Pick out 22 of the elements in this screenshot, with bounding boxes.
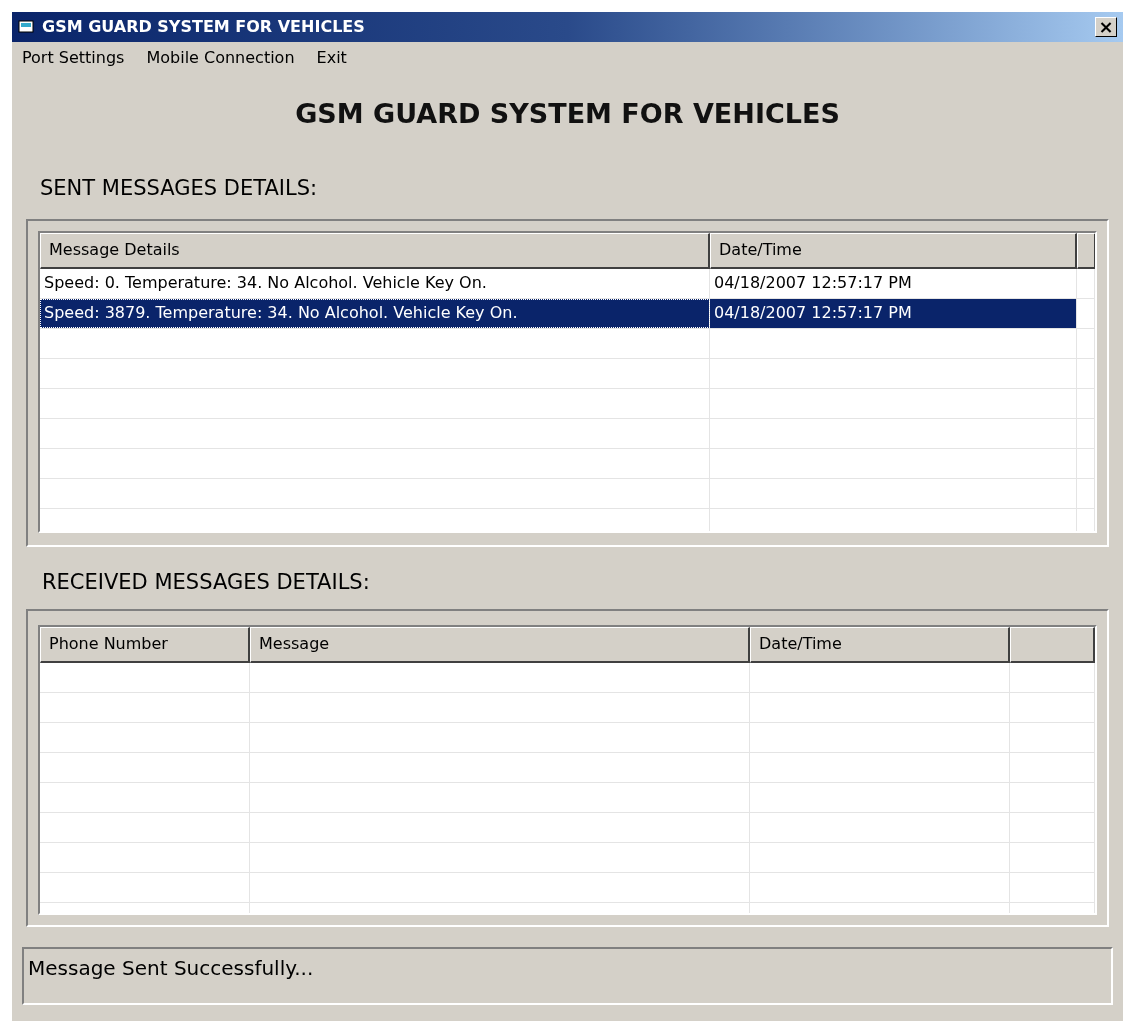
window-title: GSM GUARD SYSTEM FOR VEHICLES	[42, 16, 365, 38]
menu-item[interactable]: Exit	[316, 46, 347, 70]
column-header[interactable]: Message	[250, 626, 750, 663]
table-cell[interactable]: 04/18/2007 12:57:17 PM	[710, 268, 1077, 298]
table-cell[interactable]: 04/18/2007 12:57:17 PM	[710, 298, 1077, 328]
table-cell[interactable]: Speed: 3879. Temperature: 34. No Alcohol. Vehicle Key On.	[40, 298, 710, 328]
table-cell[interactable]: Speed: 0. Temperature: 34. No Alcohol. Vehicle Key On.	[40, 268, 710, 298]
app-heading: GSM GUARD SYSTEM FOR VEHICLES	[295, 97, 840, 131]
close-button[interactable]: ×	[1095, 17, 1117, 37]
menu-item[interactable]: Mobile Connection	[146, 46, 295, 70]
column-header[interactable]: Date/Time	[710, 232, 1077, 269]
column-header[interactable]: Date/Time	[750, 626, 1010, 663]
list-view[interactable]: Phone Number Message Date/Time	[38, 624, 1097, 915]
list-view[interactable]: Message Details Date/Time Speed: 0. Temperature: 34. No Alcohol. Vehicle Key On. 04/18/2007 12:57:17 PM Speed: 3879. Temperature: 34. No Alcohol. Vehicle Key On. 04/18/2007 12:57:17 PM	[38, 230, 1097, 533]
column-header	[1077, 232, 1095, 269]
column-header[interactable]: Message Details	[40, 232, 710, 269]
column-header[interactable]: Phone Number	[40, 626, 250, 663]
app-icon	[18, 19, 36, 35]
section-label: RECEIVED MESSAGES DETAILS:	[41, 568, 371, 596]
menu-item[interactable]: Port Settings	[22, 46, 125, 70]
section-label: SENT MESSAGES DETAILS:	[39, 174, 319, 202]
status-bar: Message Sent Successfully...	[22, 946, 1113, 1005]
